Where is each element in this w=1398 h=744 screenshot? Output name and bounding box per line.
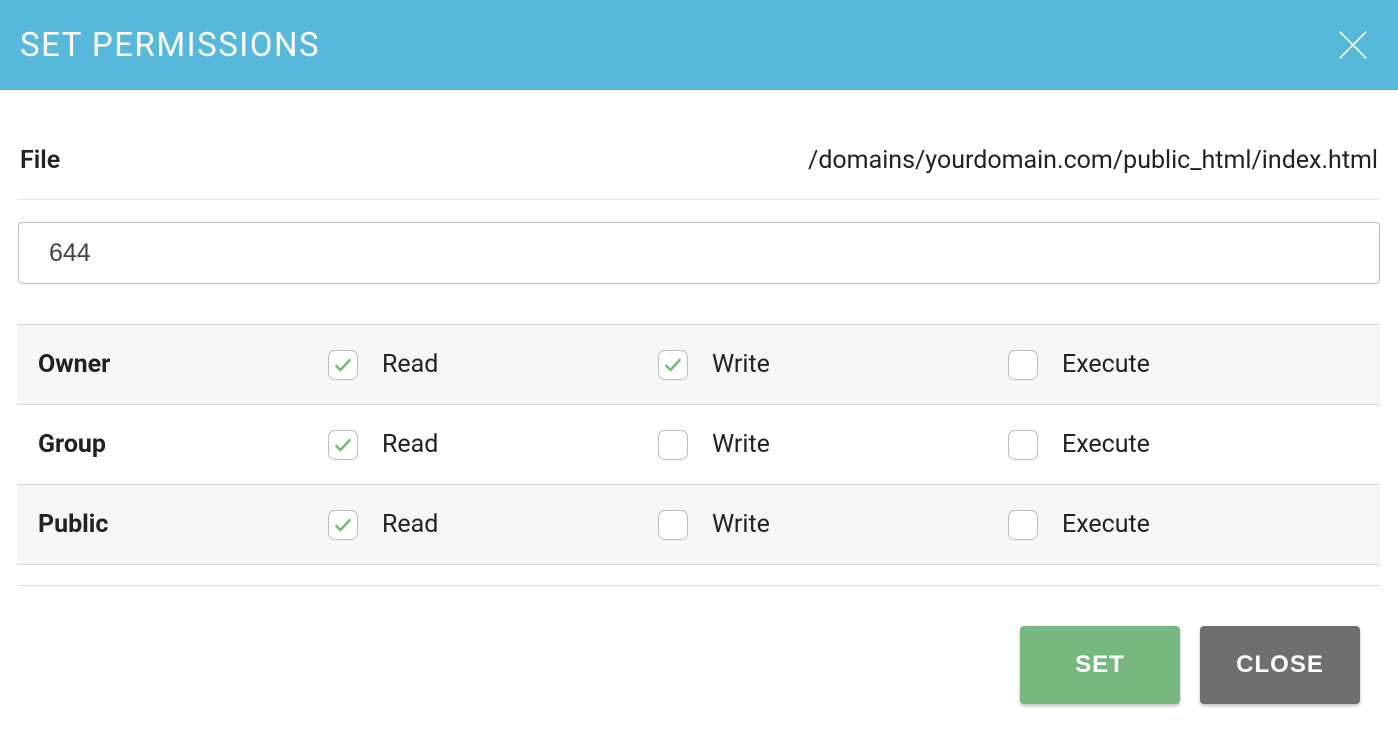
- owner-read-cell: Read: [328, 350, 658, 380]
- public-execute-cell: Execute: [1008, 510, 1360, 540]
- modal-title: SET PERMISSIONS: [20, 26, 320, 65]
- public-write-checkbox[interactable]: [658, 510, 688, 540]
- file-path: /domains/yourdomain.com/public_html/inde…: [808, 146, 1378, 175]
- group-write-checkbox[interactable]: [658, 430, 688, 460]
- execute-label: Execute: [1062, 350, 1150, 379]
- execute-label: Execute: [1062, 510, 1150, 539]
- set-button[interactable]: SET: [1020, 626, 1180, 704]
- public-write-cell: Write: [658, 510, 1008, 540]
- group-write-cell: Write: [658, 430, 1008, 460]
- permission-row-owner: Owner Read Write Execute: [18, 325, 1380, 405]
- owner-write-cell: Write: [658, 350, 1008, 380]
- footer: SET CLOSE: [18, 586, 1380, 704]
- group-read-cell: Read: [328, 430, 658, 460]
- owner-execute-checkbox[interactable]: [1008, 350, 1038, 380]
- group-execute-checkbox[interactable]: [1008, 430, 1038, 460]
- owner-execute-cell: Execute: [1008, 350, 1360, 380]
- write-label: Write: [712, 350, 770, 379]
- role-label-public: Public: [38, 510, 328, 539]
- permission-grid: Owner Read Write Execute Group Read Write Execu…: [18, 324, 1380, 565]
- file-label: File: [20, 146, 60, 175]
- write-label: Write: [712, 430, 770, 459]
- close-icon[interactable]: [1332, 24, 1374, 66]
- execute-label: Execute: [1062, 430, 1150, 459]
- role-label-group: Group: [38, 430, 328, 459]
- read-label: Read: [382, 350, 438, 379]
- permission-row-group: Group Read Write Execute: [18, 405, 1380, 485]
- group-execute-cell: Execute: [1008, 430, 1360, 460]
- read-label: Read: [382, 510, 438, 539]
- write-label: Write: [712, 510, 770, 539]
- close-button[interactable]: CLOSE: [1200, 626, 1360, 704]
- owner-write-checkbox[interactable]: [658, 350, 688, 380]
- permission-row-public: Public Read Write Execute: [18, 485, 1380, 565]
- group-read-checkbox[interactable]: [328, 430, 358, 460]
- modal-header: SET PERMISSIONS: [0, 0, 1398, 90]
- read-label: Read: [382, 430, 438, 459]
- public-execute-checkbox[interactable]: [1008, 510, 1038, 540]
- owner-read-checkbox[interactable]: [328, 350, 358, 380]
- public-read-cell: Read: [328, 510, 658, 540]
- file-row: File /domains/yourdomain.com/public_html…: [18, 90, 1380, 200]
- role-label-owner: Owner: [38, 350, 328, 379]
- permission-input[interactable]: [18, 222, 1380, 284]
- public-read-checkbox[interactable]: [328, 510, 358, 540]
